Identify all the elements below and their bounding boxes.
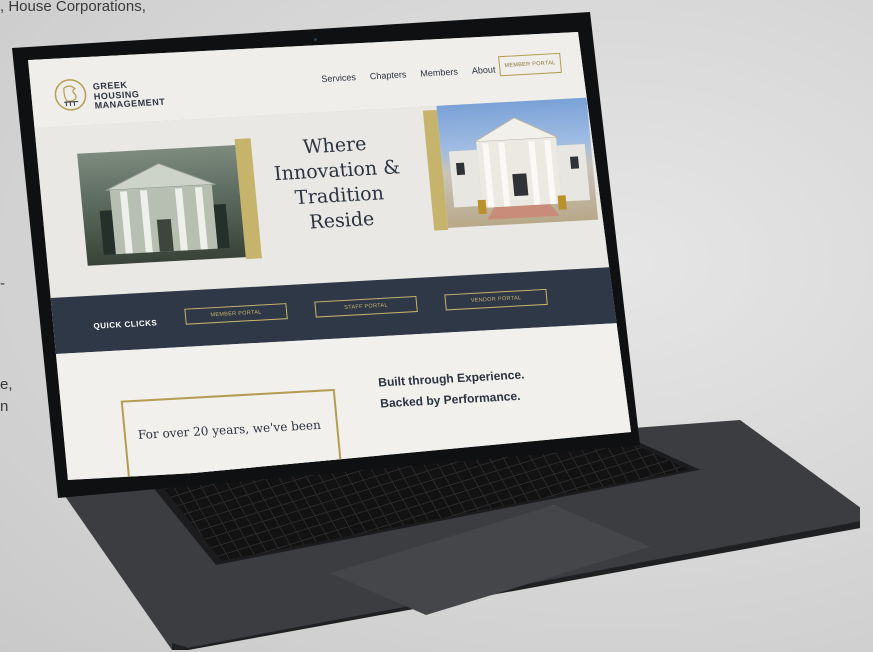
website: GREEK HOUSING MANAGEMENT Services Chapte…	[28, 32, 631, 480]
member-portal-button[interactable]: MEMBER PORTAL	[498, 52, 562, 77]
nav-services[interactable]: Services	[321, 72, 356, 84]
historic-house-image	[99, 162, 230, 255]
chapter-house-image	[448, 117, 591, 220]
nav-chapters[interactable]: Chapters	[369, 69, 406, 81]
background-copy-line: e,	[0, 376, 13, 393]
hero-section: Where Innovation & Tradition Reside	[34, 95, 631, 278]
quick-vendor-portal-button[interactable]: VENDOR PORTAL	[444, 288, 548, 311]
background-copy-line: n	[0, 398, 9, 415]
nav-about[interactable]: About	[471, 64, 495, 75]
quick-member-portal-button[interactable]: MEMBER PORTAL	[184, 303, 288, 325]
main-nav: Services Chapters Members About	[321, 64, 496, 84]
background-copy-line: , House Corporations,	[0, 0, 146, 15]
nav-members[interactable]: Members	[420, 67, 458, 79]
quick-clicks-title: QUICK CLICKS	[93, 318, 158, 331]
tagline: Built through Experience. Backed by Perf…	[377, 364, 527, 414]
logo-wordmark[interactable]: GREEK HOUSING MANAGEMENT	[92, 77, 205, 112]
background-copy-line: -	[0, 275, 5, 292]
hero-title: Where Innovation & Tradition Reside	[259, 130, 419, 238]
quick-staff-portal-button[interactable]: STAFF PORTAL	[314, 295, 418, 318]
camera-icon	[314, 38, 317, 41]
lion-crest-icon[interactable]	[52, 77, 89, 113]
